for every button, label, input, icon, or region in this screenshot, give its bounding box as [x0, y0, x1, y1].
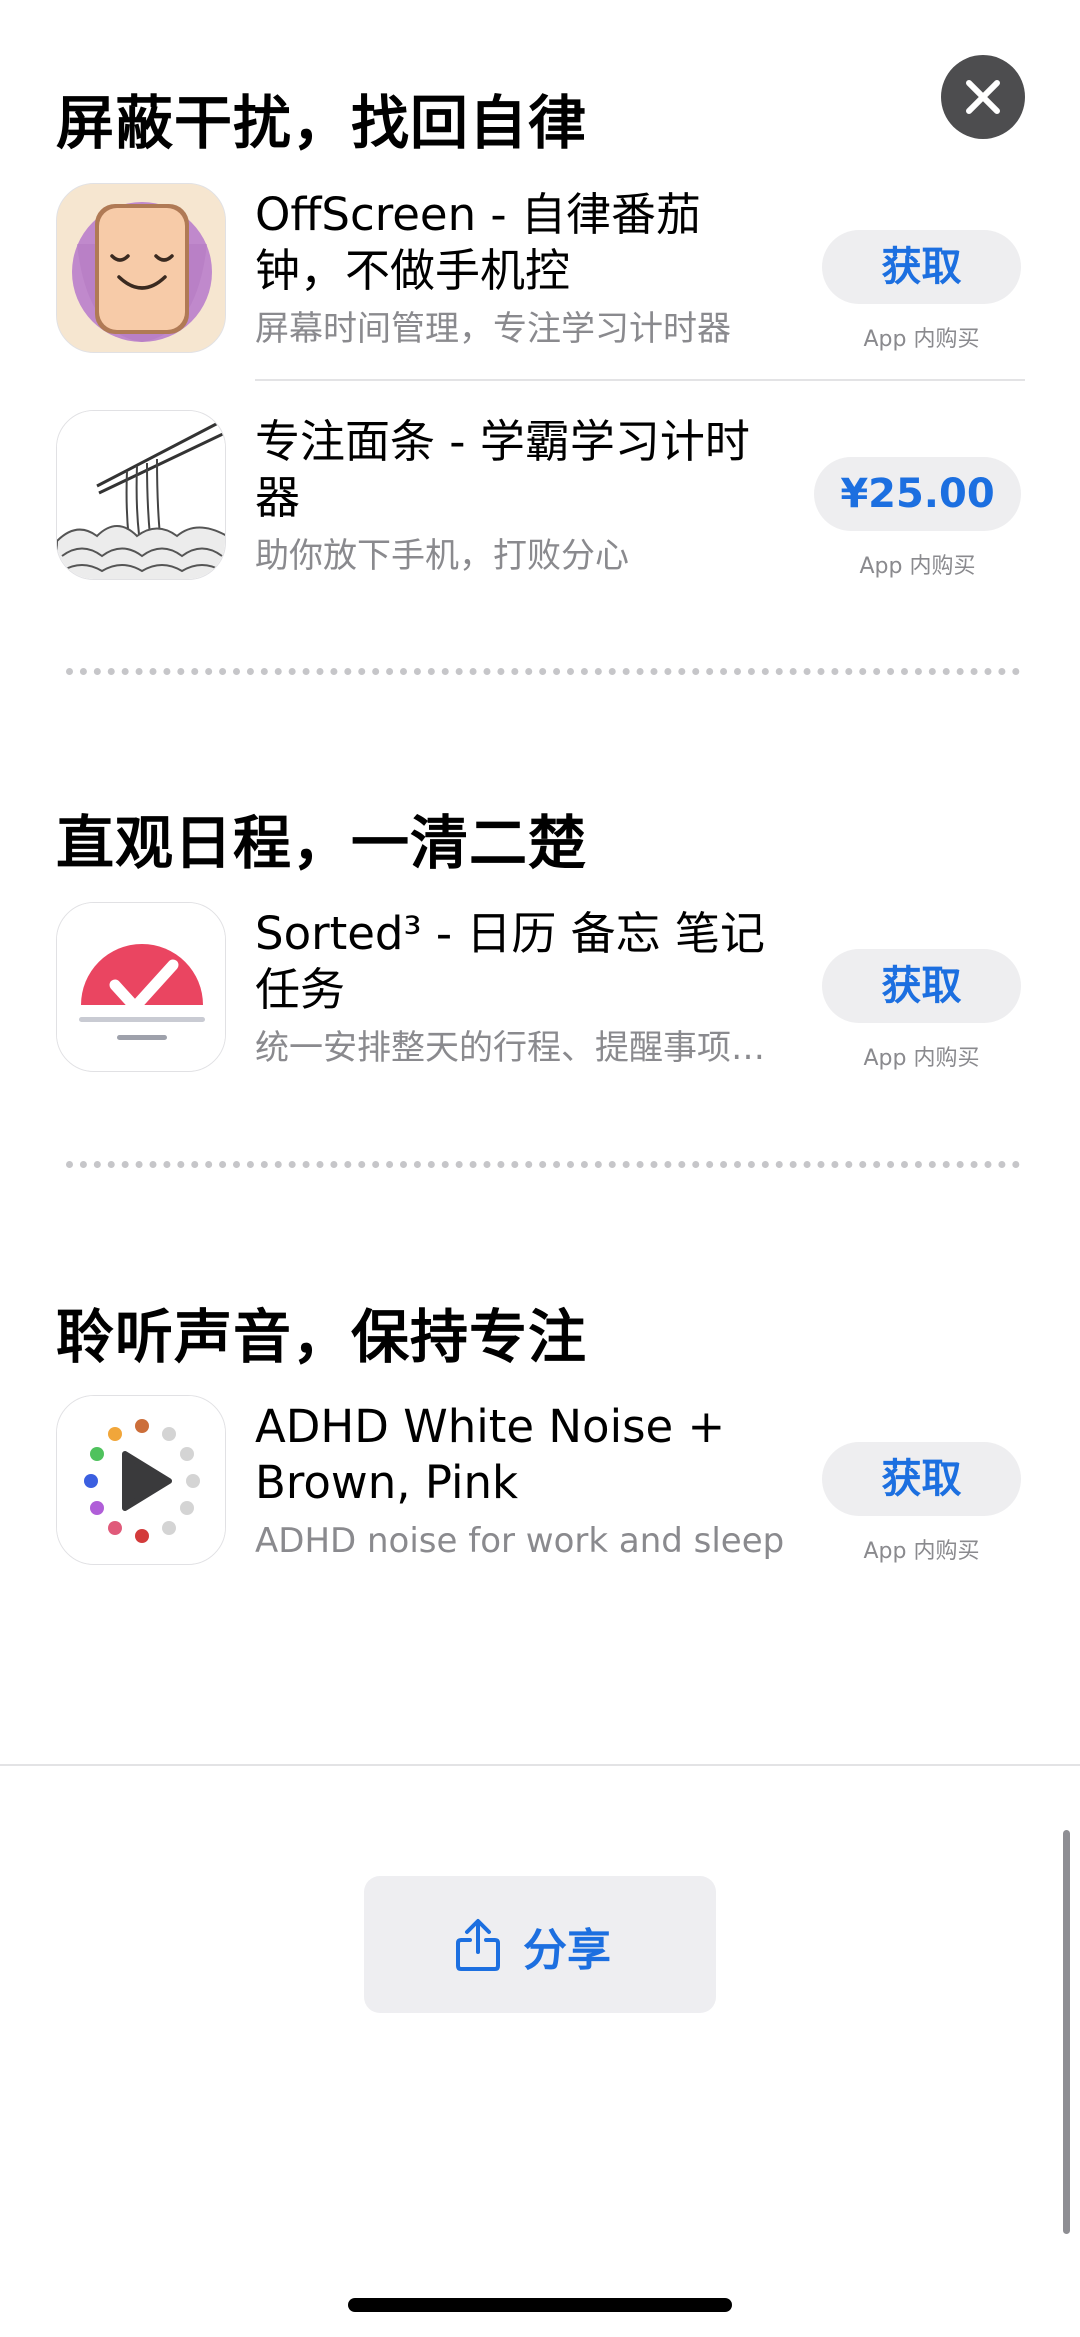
app-subtitle: 统一安排整天的行程、提醒事项和笔记 — [255, 1028, 775, 1068]
close-icon — [966, 80, 1000, 114]
get-button[interactable]: 获取 — [822, 949, 1021, 1023]
share-icon — [456, 1919, 500, 1971]
white-noise-app-icon[interactable] — [56, 1395, 226, 1565]
section-title: 聆听声音，保持专注 — [56, 1303, 588, 1371]
scrollbar[interactable] — [1063, 1830, 1070, 2234]
app-name[interactable]: ADHD White Noise + Brown, Pink — [255, 1399, 785, 1511]
section-title: 直观日程，一清二楚 — [56, 809, 588, 877]
section-title: 屏蔽干扰，找回自律 — [56, 89, 588, 157]
get-button[interactable]: 获取 — [822, 230, 1021, 304]
app-subtitle: 屏幕时间管理，专注学习计时器 — [255, 309, 731, 349]
share-button[interactable]: 分享 — [364, 1876, 716, 2013]
get-button[interactable]: 获取 — [822, 1442, 1021, 1516]
app-name[interactable]: Sorted³ - 日历 备忘 笔记 任务 — [255, 906, 785, 1018]
app-subtitle: ADHD noise for work and sleep — [255, 1521, 785, 1561]
close-button[interactable] — [941, 55, 1025, 139]
home-indicator[interactable] — [348, 2298, 732, 2312]
divider — [0, 1764, 1080, 1766]
app-name[interactable]: OffScreen - 自律番茄钟，不做手机控 — [255, 187, 785, 299]
noodles-app-icon[interactable] — [56, 410, 226, 580]
in-app-purchase-label: App 内购买 — [859, 554, 976, 579]
share-label: 分享 — [523, 1925, 611, 1976]
in-app-purchase-label: App 内购买 — [863, 1539, 980, 1564]
sorted-app-icon[interactable] — [56, 902, 226, 1072]
section-separator — [66, 1161, 1020, 1168]
in-app-purchase-label: App 内购买 — [863, 1046, 980, 1071]
in-app-purchase-label: App 内购买 — [863, 327, 980, 352]
app-name[interactable]: 专注面条 - 学霸学习计时器 — [255, 414, 785, 526]
price-button[interactable]: ¥25.00 — [814, 457, 1021, 531]
section-separator — [66, 668, 1020, 675]
offscreen-app-icon[interactable] — [56, 183, 226, 353]
divider — [255, 379, 1025, 381]
app-subtitle: 助你放下手机，打败分心 — [255, 536, 629, 576]
